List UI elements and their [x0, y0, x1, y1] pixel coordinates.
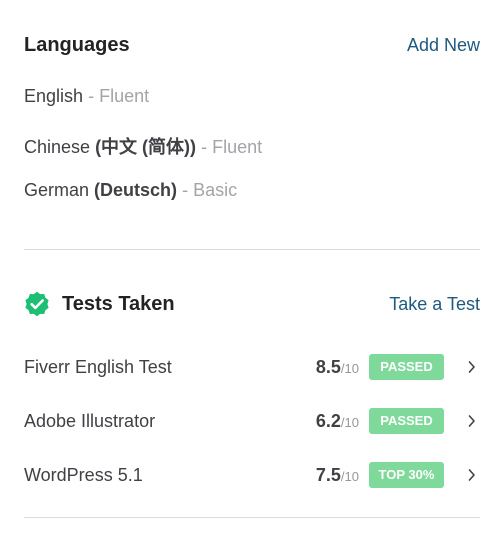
take-test-link[interactable]: Take a Test [389, 294, 480, 315]
test-name: WordPress 5.1 [24, 464, 143, 485]
test-row[interactable]: WordPress 5.1 7.5/10 TOP 30% [24, 462, 476, 488]
test-name: Adobe Illustrator [24, 410, 156, 431]
language-level: Fluent [99, 86, 150, 106]
status-badge: TOP 30% [369, 462, 444, 488]
language-level: Fluent [212, 137, 263, 157]
language-level: Basic [193, 180, 238, 200]
test-score: 7.5/10 [309, 465, 359, 486]
score-value: 7.5 [315, 464, 341, 485]
language-item-chinese: Chinese (中文 (简体)) - Fluent [24, 133, 262, 159]
test-score: 6.2/10 [309, 411, 359, 432]
language-item-german: German (Deutsch) - Basic [24, 180, 237, 201]
languages-title: Languages [24, 33, 130, 56]
test-score: 8.5/10 [309, 357, 359, 378]
section-divider [24, 249, 480, 250]
test-row[interactable]: Fiverr English Test 8.5/10 PASSED [24, 354, 476, 380]
language-native-name: (中文 (简体)) [95, 137, 197, 157]
tests-title-group: Tests Taken [24, 291, 175, 317]
tests-title: Tests Taken [62, 292, 175, 315]
tests-header: Tests Taken Take a Test [24, 289, 480, 319]
status-badge: PASSED [369, 408, 444, 434]
languages-header: Languages Add New [24, 31, 480, 59]
language-separator: - [88, 86, 95, 106]
score-value: 8.5 [315, 356, 341, 377]
chevron-right-icon[interactable] [468, 360, 476, 374]
score-value: 6.2 [315, 410, 341, 431]
score-max: /10 [340, 414, 359, 430]
language-separator: - [201, 137, 208, 157]
chevron-right-icon[interactable] [468, 414, 476, 428]
language-name: German [24, 180, 90, 200]
language-name: Chinese [24, 137, 91, 157]
test-name: Fiverr English Test [24, 356, 172, 377]
test-row[interactable]: Adobe Illustrator 6.2/10 PASSED [24, 408, 476, 434]
status-badge: PASSED [369, 354, 444, 380]
chevron-right-icon[interactable] [468, 468, 476, 482]
section-divider [24, 517, 480, 518]
language-name: English [24, 86, 84, 106]
score-max: /10 [340, 360, 359, 376]
language-native-name: (Deutsch) [94, 180, 178, 200]
add-language-link[interactable]: Add New [407, 35, 480, 56]
verified-check-icon [25, 291, 49, 317]
language-item-english: English - Fluent [24, 86, 149, 107]
language-separator: - [182, 180, 189, 200]
score-max: /10 [340, 468, 359, 484]
